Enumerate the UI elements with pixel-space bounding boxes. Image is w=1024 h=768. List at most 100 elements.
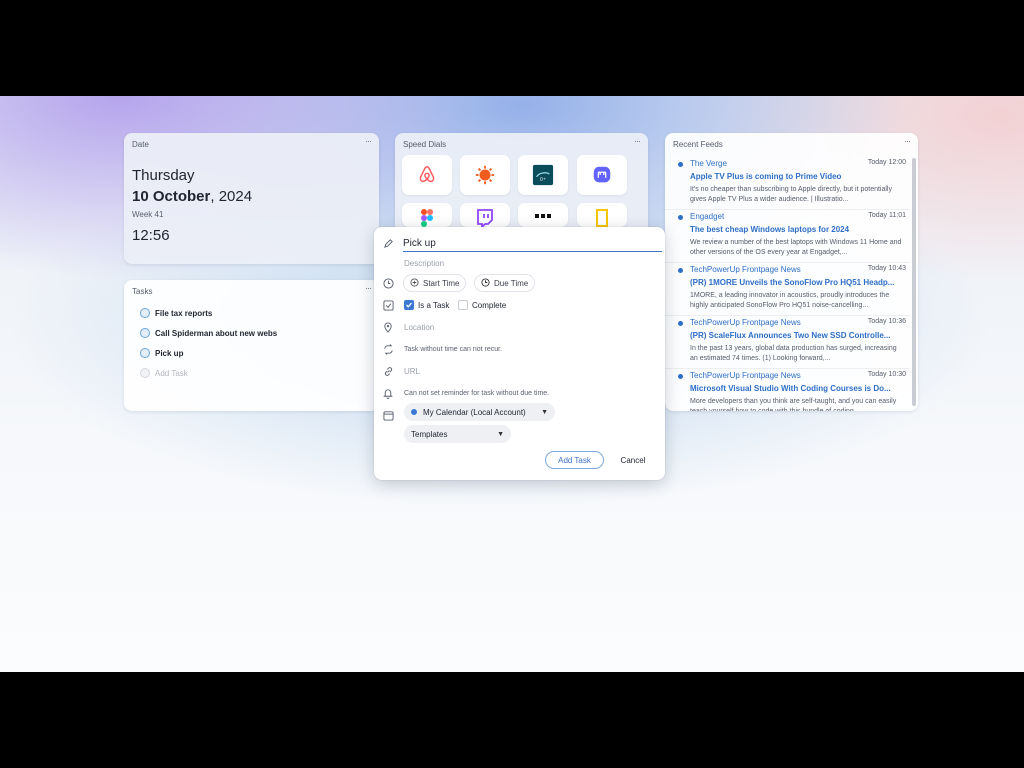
speed-dial-twitch[interactable] (460, 203, 510, 227)
caret-down-icon: ▼ (541, 408, 548, 416)
speed-dial-national-geographic[interactable] (577, 203, 627, 227)
more-icon[interactable]: ··· (904, 136, 911, 146)
feed-source[interactable]: The Verge (690, 159, 727, 168)
due-time-button[interactable]: Due Time (474, 274, 536, 292)
templates-select[interactable]: Templates ▼ (404, 425, 511, 443)
disney-plus-icon: D+ (532, 164, 554, 186)
add-task-placeholder: Add Task (155, 368, 188, 378)
is-task-label: Is a Task (418, 300, 450, 310)
bell-icon (382, 387, 394, 399)
weekday: Thursday (132, 167, 195, 184)
clock-time: 12:56 (132, 227, 170, 244)
feed-headline[interactable]: (PR) 1MORE Unveils the SonoFlow Pro HQ51… (690, 278, 900, 287)
recur-note: Task without time can not recur. (404, 346, 503, 353)
cancel-button[interactable]: Cancel (612, 451, 654, 469)
add-task-row[interactable]: Add Task (140, 368, 188, 378)
feed-headline[interactable]: Apple TV Plus is coming to Prime Video (690, 172, 900, 181)
feed-summary: We review a number of the best laptops w… (690, 239, 902, 256)
start-time-button[interactable]: Start Time (403, 274, 467, 292)
feed-item[interactable]: Engadget Today 11:01 The best cheap Wind… (665, 210, 910, 263)
description-field[interactable]: Description (404, 259, 444, 268)
speed-dial-disney-plus[interactable]: D+ (518, 155, 568, 195)
task-item[interactable]: Pick up (140, 348, 183, 358)
more-icon[interactable]: ··· (365, 136, 372, 146)
svg-text:D+: D+ (540, 177, 546, 182)
task-item[interactable]: Call Spiderman about new webs (140, 328, 277, 338)
more-icon[interactable]: ··· (365, 283, 372, 293)
complete-label: Complete (472, 300, 507, 310)
task-label: Pick up (155, 348, 184, 358)
due-time-label: Due Time (494, 278, 529, 288)
feed-item[interactable]: The Verge Today 12:00 Apple TV Plus is c… (665, 157, 910, 210)
task-item[interactable]: File tax reports (140, 308, 212, 318)
dots-app-icon (535, 214, 551, 218)
feed-source[interactable]: Engadget (690, 212, 724, 221)
task-checkbox (140, 368, 150, 378)
clock-icon (481, 277, 490, 289)
speed-dial-sun[interactable] (460, 155, 510, 195)
recent-feeds-title: Recent Feeds (673, 140, 723, 149)
tasks-widget: Tasks ··· File tax reports Call Spiderma… (124, 280, 379, 411)
week-number: Week 41 (132, 210, 164, 219)
unread-dot (678, 374, 683, 379)
feed-headline[interactable]: (PR) ScaleFlux Announces Two New SSD Con… (690, 331, 900, 340)
date-widget-title: Date (132, 140, 149, 149)
url-field[interactable]: URL (404, 367, 420, 376)
task-checkbox[interactable] (140, 348, 150, 358)
speed-dial-dots[interactable] (518, 203, 568, 227)
task-checkbox[interactable] (140, 328, 150, 338)
feed-source[interactable]: TechPowerUp Frontpage News (690, 318, 801, 327)
feed-item[interactable]: TechPowerUp Frontpage News Today 10:30 M… (665, 369, 910, 411)
complete-checkbox[interactable]: Complete (458, 300, 506, 310)
task-label: File tax reports (155, 308, 213, 318)
task-title-input[interactable] (403, 235, 662, 252)
unread-dot (678, 268, 683, 273)
tasks-widget-title: Tasks (132, 287, 153, 296)
repeat-icon (382, 343, 394, 355)
national-geographic-icon (596, 209, 608, 227)
location-pin-icon (382, 321, 394, 333)
feed-source[interactable]: TechPowerUp Frontpage News (690, 371, 801, 380)
speed-dial-airbnb[interactable] (402, 155, 452, 195)
start-time-label: Start Time (423, 278, 460, 288)
feed-time: Today 12:00 (867, 159, 906, 166)
feed-summary: In the past 13 years, global data produc… (690, 345, 897, 362)
more-icon[interactable]: ··· (634, 136, 641, 146)
feed-summary: More developers than you think are self-… (690, 398, 897, 411)
task-label: Call Spiderman about new webs (155, 328, 278, 338)
feed-item[interactable]: TechPowerUp Frontpage News Today 10:36 (… (665, 316, 910, 369)
unread-dot (678, 215, 683, 220)
calendar-color-dot (411, 409, 417, 415)
feed-item[interactable]: TechPowerUp Frontpage News Today 10:43 (… (665, 263, 910, 316)
new-task-dialog: Description Start Time Due Time Is a Tas… (374, 227, 665, 480)
desktop-background: Date ··· Thursday 10 October, 2024 Week … (0, 96, 1024, 672)
feed-time: Today 10:36 (867, 318, 906, 325)
calendar-select[interactable]: My Calendar (Local Account) ▼ (404, 403, 555, 421)
day-month: 10 October (132, 188, 211, 205)
clock-icon (382, 277, 394, 289)
feed-time: Today 10:30 (867, 371, 906, 378)
feed-headline[interactable]: The best cheap Windows laptops for 2024 (690, 225, 900, 234)
speed-dial-figma[interactable] (402, 203, 452, 227)
caret-down-icon: ▼ (497, 430, 504, 438)
location-field[interactable]: Location (404, 323, 434, 332)
full-date: 10 October, 2024 (132, 188, 252, 205)
speed-dial-mastodon[interactable] (577, 155, 627, 195)
clock-add-icon (410, 277, 419, 289)
feeds-scrollbar[interactable] (912, 158, 916, 406)
figma-icon (421, 209, 433, 227)
add-task-button[interactable]: Add Task (545, 451, 604, 469)
templates-select-value: Templates (411, 429, 448, 439)
feed-source[interactable]: TechPowerUp Frontpage News (690, 265, 801, 274)
task-checkbox[interactable] (140, 308, 150, 318)
feed-headline[interactable]: Microsoft Visual Studio With Coding Cour… (690, 384, 900, 393)
year: , 2024 (210, 188, 253, 205)
link-icon (382, 365, 394, 377)
calendar-icon (382, 409, 394, 421)
calendar-select-value: My Calendar (Local Account) (423, 407, 526, 417)
is-task-checkbox[interactable]: Is a Task (404, 300, 449, 310)
mastodon-icon (593, 166, 611, 183)
date-widget: Date ··· Thursday 10 October, 2024 Week … (124, 133, 379, 264)
unread-dot (678, 321, 683, 326)
empty-checkbox-icon (458, 300, 468, 310)
